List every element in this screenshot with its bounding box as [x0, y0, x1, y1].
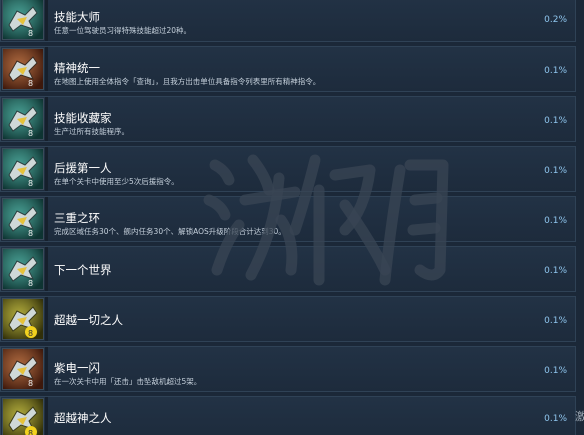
svg-text:8: 8	[28, 79, 33, 88]
row-divider	[45, 297, 48, 341]
mech-icon: 8	[2, 298, 44, 340]
achievement-percent: 0.1%	[544, 266, 567, 276]
achievement-title: 技能大师	[54, 10, 100, 24]
svg-text:8: 8	[28, 129, 33, 138]
achievement-description: 任意一位驾驶员习得特殊技能超过20种。	[54, 26, 192, 35]
svg-text:8: 8	[28, 329, 33, 338]
achievement-percent: 0.1%	[544, 66, 567, 76]
mech-icon: 8	[2, 0, 44, 40]
svg-text:8: 8	[28, 29, 33, 38]
mech-icon: 8	[2, 348, 44, 390]
achievement-percent: 0.1%	[544, 116, 567, 126]
mech-icon: 8	[2, 48, 44, 90]
achievement-title: 精神统一	[54, 61, 100, 75]
row-divider	[45, 197, 48, 241]
achievement-row: 8 超越神之人 0.1%	[0, 396, 576, 435]
row-divider	[45, 0, 48, 41]
achievement-row: 8 下一个世界 0.1%	[0, 246, 576, 292]
achievement-percent: 0.2%	[544, 15, 567, 25]
achievement-row: 8 精神统一 在地图上使用全体指令「查询」，且我方出击单位具备指令列表里所有精神…	[0, 46, 576, 92]
achievement-description: 在单个关卡中使用至少5次后援指令。	[54, 177, 179, 186]
svg-text:8: 8	[28, 179, 33, 188]
svg-text:8: 8	[28, 429, 33, 435]
achievement-percent: 0.1%	[544, 166, 567, 176]
mech-icon: 8	[2, 248, 44, 290]
achievement-row: 8 技能收藏家 生产过所有技能程序。 0.1%	[0, 96, 576, 142]
achievement-title: 超越神之人	[54, 411, 112, 425]
svg-text:8: 8	[28, 279, 33, 288]
achievement-title: 下一个世界	[54, 263, 112, 277]
achievement-title: 后援第一人	[54, 161, 112, 175]
row-divider	[45, 47, 48, 91]
achievement-description: 生产过所有技能程序。	[54, 127, 129, 136]
mech-icon: 8	[2, 98, 44, 140]
achievement-row: 8 超越一切之人 0.1%	[0, 296, 576, 342]
achievement-title: 超越一切之人	[54, 313, 123, 327]
achievement-title: 技能收藏家	[54, 111, 112, 125]
row-divider	[45, 347, 48, 391]
achievement-percent: 0.1%	[544, 366, 567, 376]
achievement-title: 三重之环	[54, 211, 100, 225]
achievement-description: 完成区域任务30个、舰内任务30个、解锁AOS升级阶段合计达到30。	[54, 227, 286, 236]
achievement-description: 在地图上使用全体指令「查询」，且我方出击单位具备指令列表里所有精神指令。	[54, 77, 321, 86]
row-divider	[45, 397, 48, 435]
achievement-row: 8 后援第一人 在单个关卡中使用至少5次后援指令。 0.1%	[0, 146, 576, 192]
achievement-title: 紫电一闪	[54, 361, 100, 375]
achievement-percent: 0.1%	[544, 316, 567, 326]
achievement-row: 8 三重之环 完成区域任务30个、舰内任务30个、解锁AOS升级阶段合计达到30…	[0, 196, 576, 242]
row-divider	[45, 97, 48, 141]
mech-icon: 8	[2, 198, 44, 240]
achievement-list: 8 技能大师 任意一位驾驶员习得特殊技能超过20种。 0.2% 8 精神统一 在…	[0, 0, 584, 435]
edge-text: 激	[575, 410, 584, 423]
svg-text:8: 8	[28, 229, 33, 238]
svg-text:8: 8	[28, 379, 33, 388]
achievement-row: 8 技能大师 任意一位驾驶员习得特殊技能超过20种。 0.2%	[0, 0, 576, 42]
achievement-percent: 0.1%	[544, 414, 567, 424]
mech-icon: 8	[2, 148, 44, 190]
achievement-percent: 0.1%	[544, 216, 567, 226]
row-divider	[45, 147, 48, 191]
achievement-description: 在一次关卡中用「还击」击坠敌机超过5架。	[54, 377, 202, 386]
mech-icon: 8	[2, 398, 44, 435]
achievement-row: 8 紫电一闪 在一次关卡中用「还击」击坠敌机超过5架。 0.1%	[0, 346, 576, 392]
row-divider	[45, 247, 48, 291]
